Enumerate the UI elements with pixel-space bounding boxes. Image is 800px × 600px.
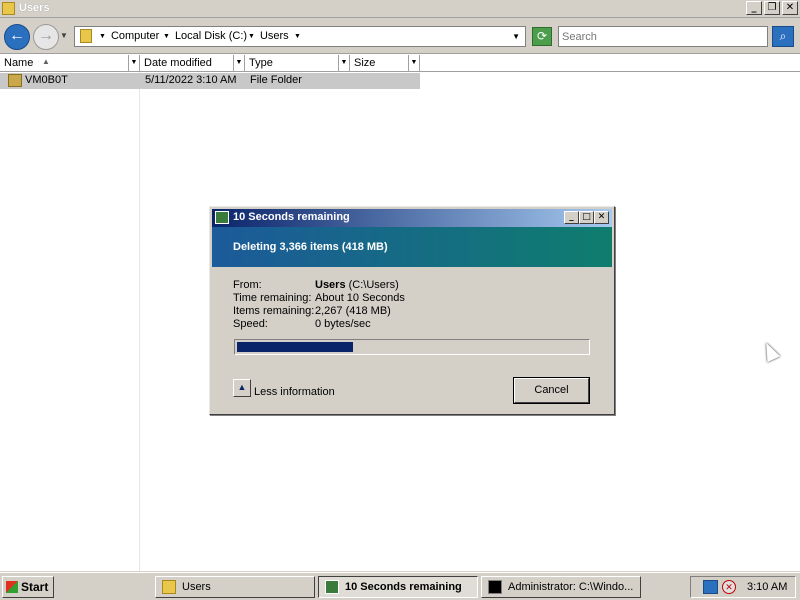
folder-icon bbox=[162, 580, 176, 594]
folder-icon bbox=[2, 2, 15, 15]
file-name: VM0B0T bbox=[25, 74, 68, 86]
less-information-button[interactable]: ▲ bbox=[233, 379, 251, 397]
system-tray: ✕ 3:10 AM bbox=[690, 576, 796, 598]
breadcrumb-subfolders-dropdown[interactable]: ▼ bbox=[294, 30, 306, 42]
less-information-label[interactable]: Less information bbox=[254, 386, 335, 398]
chevron-right-icon: ▼ bbox=[248, 33, 255, 40]
taskbar-item-progress[interactable]: 10 Seconds remaining bbox=[318, 576, 478, 598]
window-title: Users bbox=[19, 2, 50, 14]
delete-progress-dialog: 10 Seconds remaining _ □ ✕ Deleting 3,36… bbox=[209, 206, 615, 415]
chevron-down-icon[interactable]: ▼ bbox=[233, 55, 244, 71]
table-row[interactable]: VM0B0T 5/11/2022 3:10 AM File Folder bbox=[0, 73, 420, 89]
taskbar-item-command-prompt[interactable]: Administrator: C:\Windo... bbox=[481, 576, 641, 598]
column-header-type[interactable]: Type ▼ bbox=[245, 55, 350, 71]
breadcrumb-computer[interactable]: ▼ Computer bbox=[99, 30, 159, 42]
cancel-button[interactable]: Cancel bbox=[513, 377, 590, 404]
chevron-down-icon[interactable]: ▼ bbox=[408, 55, 419, 71]
operation-summary: Deleting 3,366 items (418 MB) bbox=[233, 241, 388, 253]
dialog-title: 10 Seconds remaining bbox=[233, 211, 350, 223]
minimize-button[interactable]: _ bbox=[746, 1, 762, 15]
taskbar: Start Users 10 Seconds remaining Adminis… bbox=[0, 572, 800, 600]
search-button[interactable]: ⌕ bbox=[772, 26, 794, 47]
clock[interactable]: 3:10 AM bbox=[747, 581, 787, 593]
chevron-right-icon: ▼ bbox=[99, 33, 106, 40]
window-controls: _ ❐ ✕ bbox=[746, 1, 798, 15]
mouse-cursor-icon bbox=[759, 339, 781, 363]
chevron-right-icon: ▼ bbox=[294, 33, 301, 40]
column-header-date-modified[interactable]: Date modified ▼ bbox=[140, 55, 245, 71]
dialog-header: Deleting 3,366 items (418 MB) bbox=[212, 227, 612, 267]
address-history-dropdown-icon[interactable]: ▼ bbox=[512, 32, 520, 41]
refresh-button[interactable]: ⟳ bbox=[532, 27, 552, 46]
windows-logo-icon bbox=[6, 581, 18, 593]
folder-icon bbox=[80, 29, 92, 43]
file-operation-icon bbox=[325, 580, 339, 594]
progress-bar bbox=[234, 339, 590, 355]
restore-button[interactable]: ❐ bbox=[764, 1, 780, 15]
column-header-size[interactable]: Size ▼ bbox=[350, 55, 420, 71]
progress-bar-fill bbox=[237, 342, 353, 352]
explorer-title-bar[interactable]: Users _ ❐ ✕ bbox=[0, 0, 800, 18]
recent-pages-dropdown-icon[interactable]: ▼ bbox=[60, 31, 68, 40]
folder-icon bbox=[8, 74, 22, 87]
command-prompt-icon bbox=[488, 580, 502, 594]
file-type: File Folder bbox=[250, 74, 302, 86]
address-bar[interactable]: ▼ Computer ▼ Local Disk (C:) ▼ Users ▼ ▼ bbox=[74, 26, 526, 47]
dialog-title-bar[interactable]: 10 Seconds remaining _ □ ✕ bbox=[212, 209, 612, 227]
address-toolbar: ← → ▼ ▼ Computer ▼ Local Disk (C:) ▼ Users … bbox=[0, 18, 800, 54]
breadcrumb-local-disk[interactable]: ▼ Local Disk (C:) bbox=[163, 30, 247, 42]
start-button[interactable]: Start bbox=[2, 576, 54, 598]
volume-muted-icon[interactable]: ✕ bbox=[722, 580, 736, 594]
back-button[interactable]: ← bbox=[4, 24, 30, 50]
chevron-right-icon: ▼ bbox=[163, 33, 170, 40]
close-button[interactable]: ✕ bbox=[594, 211, 609, 224]
close-button[interactable]: ✕ bbox=[782, 1, 798, 15]
chevron-down-icon[interactable]: ▼ bbox=[128, 55, 139, 71]
column-headers: Name ▲ ▼ Date modified ▼ Type ▼ Size ▼ bbox=[0, 55, 800, 72]
forward-button[interactable]: → bbox=[33, 24, 59, 50]
network-icon[interactable] bbox=[703, 580, 718, 594]
sort-ascending-icon: ▲ bbox=[42, 57, 50, 66]
breadcrumb-users[interactable]: ▼ Users bbox=[248, 30, 289, 42]
taskbar-item-users[interactable]: Users bbox=[155, 576, 315, 598]
dialog-window-controls: _ □ ✕ bbox=[564, 211, 609, 224]
chevron-down-icon[interactable]: ▼ bbox=[338, 55, 349, 71]
search-input[interactable] bbox=[558, 26, 768, 47]
file-operation-icon bbox=[215, 211, 229, 224]
maximize-button[interactable]: □ bbox=[579, 211, 594, 224]
file-date: 5/11/2022 3:10 AM bbox=[145, 74, 237, 86]
column-header-name[interactable]: Name ▲ ▼ bbox=[0, 55, 140, 71]
navigation-pane[interactable] bbox=[0, 72, 140, 572]
minimize-button[interactable]: _ bbox=[564, 211, 579, 224]
